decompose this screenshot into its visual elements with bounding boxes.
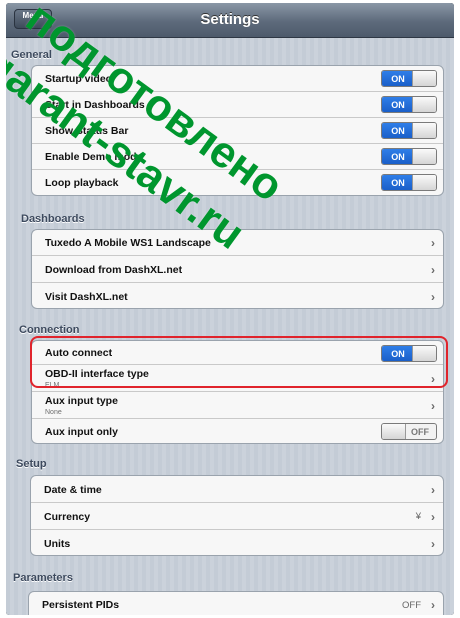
chevron-right-icon: › xyxy=(431,510,435,524)
chevron-right-icon: › xyxy=(431,399,435,413)
startup-video-toggle[interactable]: ON xyxy=(381,70,437,87)
chevron-right-icon: › xyxy=(431,290,435,304)
chevron-right-icon: › xyxy=(431,537,435,551)
loop-playback-toggle[interactable]: ON xyxy=(381,174,437,191)
setting-row-date-time[interactable]: Date & time › xyxy=(31,476,443,503)
auto-connect-toggle[interactable]: ON xyxy=(381,345,437,362)
currency-value: ¥ xyxy=(415,511,421,522)
chevron-right-icon: › xyxy=(431,483,435,497)
toggle-state: OFF xyxy=(411,426,429,437)
setting-row-aux-input-type[interactable]: Aux input type None › xyxy=(32,392,443,419)
chevron-right-icon: › xyxy=(431,372,435,386)
setup-group: Date & time › Currency ¥ › Units › xyxy=(30,475,444,556)
connection-group: Auto connect ON OBD-II interface type EL… xyxy=(31,340,444,444)
setting-label: Auto connect xyxy=(45,347,113,359)
section-header-setup: Setup xyxy=(16,458,47,470)
enable-demo-mode-toggle[interactable]: ON xyxy=(381,148,437,165)
setting-label: Aux input only xyxy=(45,426,118,438)
chevron-right-icon: › xyxy=(431,263,435,277)
setting-label: Currency xyxy=(44,511,91,523)
setting-label: Aux input type xyxy=(45,395,118,407)
parameters-group: Persistent PIDs OFF › xyxy=(28,591,444,615)
toggle-state: ON xyxy=(382,149,414,164)
chevron-right-icon: › xyxy=(431,598,435,612)
toggle-state: ON xyxy=(382,71,414,86)
setting-row-persistent-pids[interactable]: Persistent PIDs OFF › xyxy=(29,592,443,615)
toggle-state: ON xyxy=(382,175,414,190)
setting-label: Tuxedo A Mobile WS1 Landscape xyxy=(45,237,211,249)
setting-label: OBD-II interface type xyxy=(45,368,149,380)
setting-row-obd-interface[interactable]: OBD-II interface type ELM › xyxy=(32,365,443,392)
start-in-dashboards-toggle[interactable]: ON xyxy=(381,96,437,113)
section-header-connection: Connection xyxy=(19,324,80,336)
toggle-state: ON xyxy=(382,123,414,138)
toggle-state: ON xyxy=(382,346,414,361)
setting-row-units[interactable]: Units › xyxy=(31,530,443,555)
setting-row-currency[interactable]: Currency ¥ › xyxy=(31,503,443,530)
dashboard-row-download[interactable]: Download from DashXL.net › xyxy=(32,256,443,283)
dashboards-group: Tuxedo A Mobile WS1 Landscape › Download… xyxy=(31,229,444,309)
setting-label: Download from DashXL.net xyxy=(45,264,183,276)
setting-value: ELM xyxy=(45,382,60,389)
dashboard-row-visit[interactable]: Visit DashXL.net › xyxy=(32,283,443,308)
ipad-screen: Menu Settings General Startup video ON S… xyxy=(6,3,454,615)
section-header-parameters: Parameters xyxy=(13,572,73,584)
setting-label: Visit DashXL.net xyxy=(45,291,128,303)
setting-label: Loop playback xyxy=(45,177,119,189)
show-status-bar-toggle[interactable]: ON xyxy=(381,122,437,139)
setting-label: Date & time xyxy=(44,484,102,496)
setting-row-aux-input-only[interactable]: Aux input only OFF xyxy=(32,419,443,443)
aux-input-only-toggle[interactable]: OFF xyxy=(381,423,437,440)
setting-row-auto-connect[interactable]: Auto connect ON xyxy=(32,341,443,365)
toggle-state: ON xyxy=(382,97,414,112)
setting-label: Units xyxy=(44,538,71,550)
section-header-dashboards: Dashboards xyxy=(21,213,85,225)
persistent-pids-value: OFF xyxy=(402,600,421,611)
setting-label: Persistent PIDs xyxy=(42,599,120,611)
setting-value: None xyxy=(45,409,62,416)
chevron-right-icon: › xyxy=(431,236,435,250)
